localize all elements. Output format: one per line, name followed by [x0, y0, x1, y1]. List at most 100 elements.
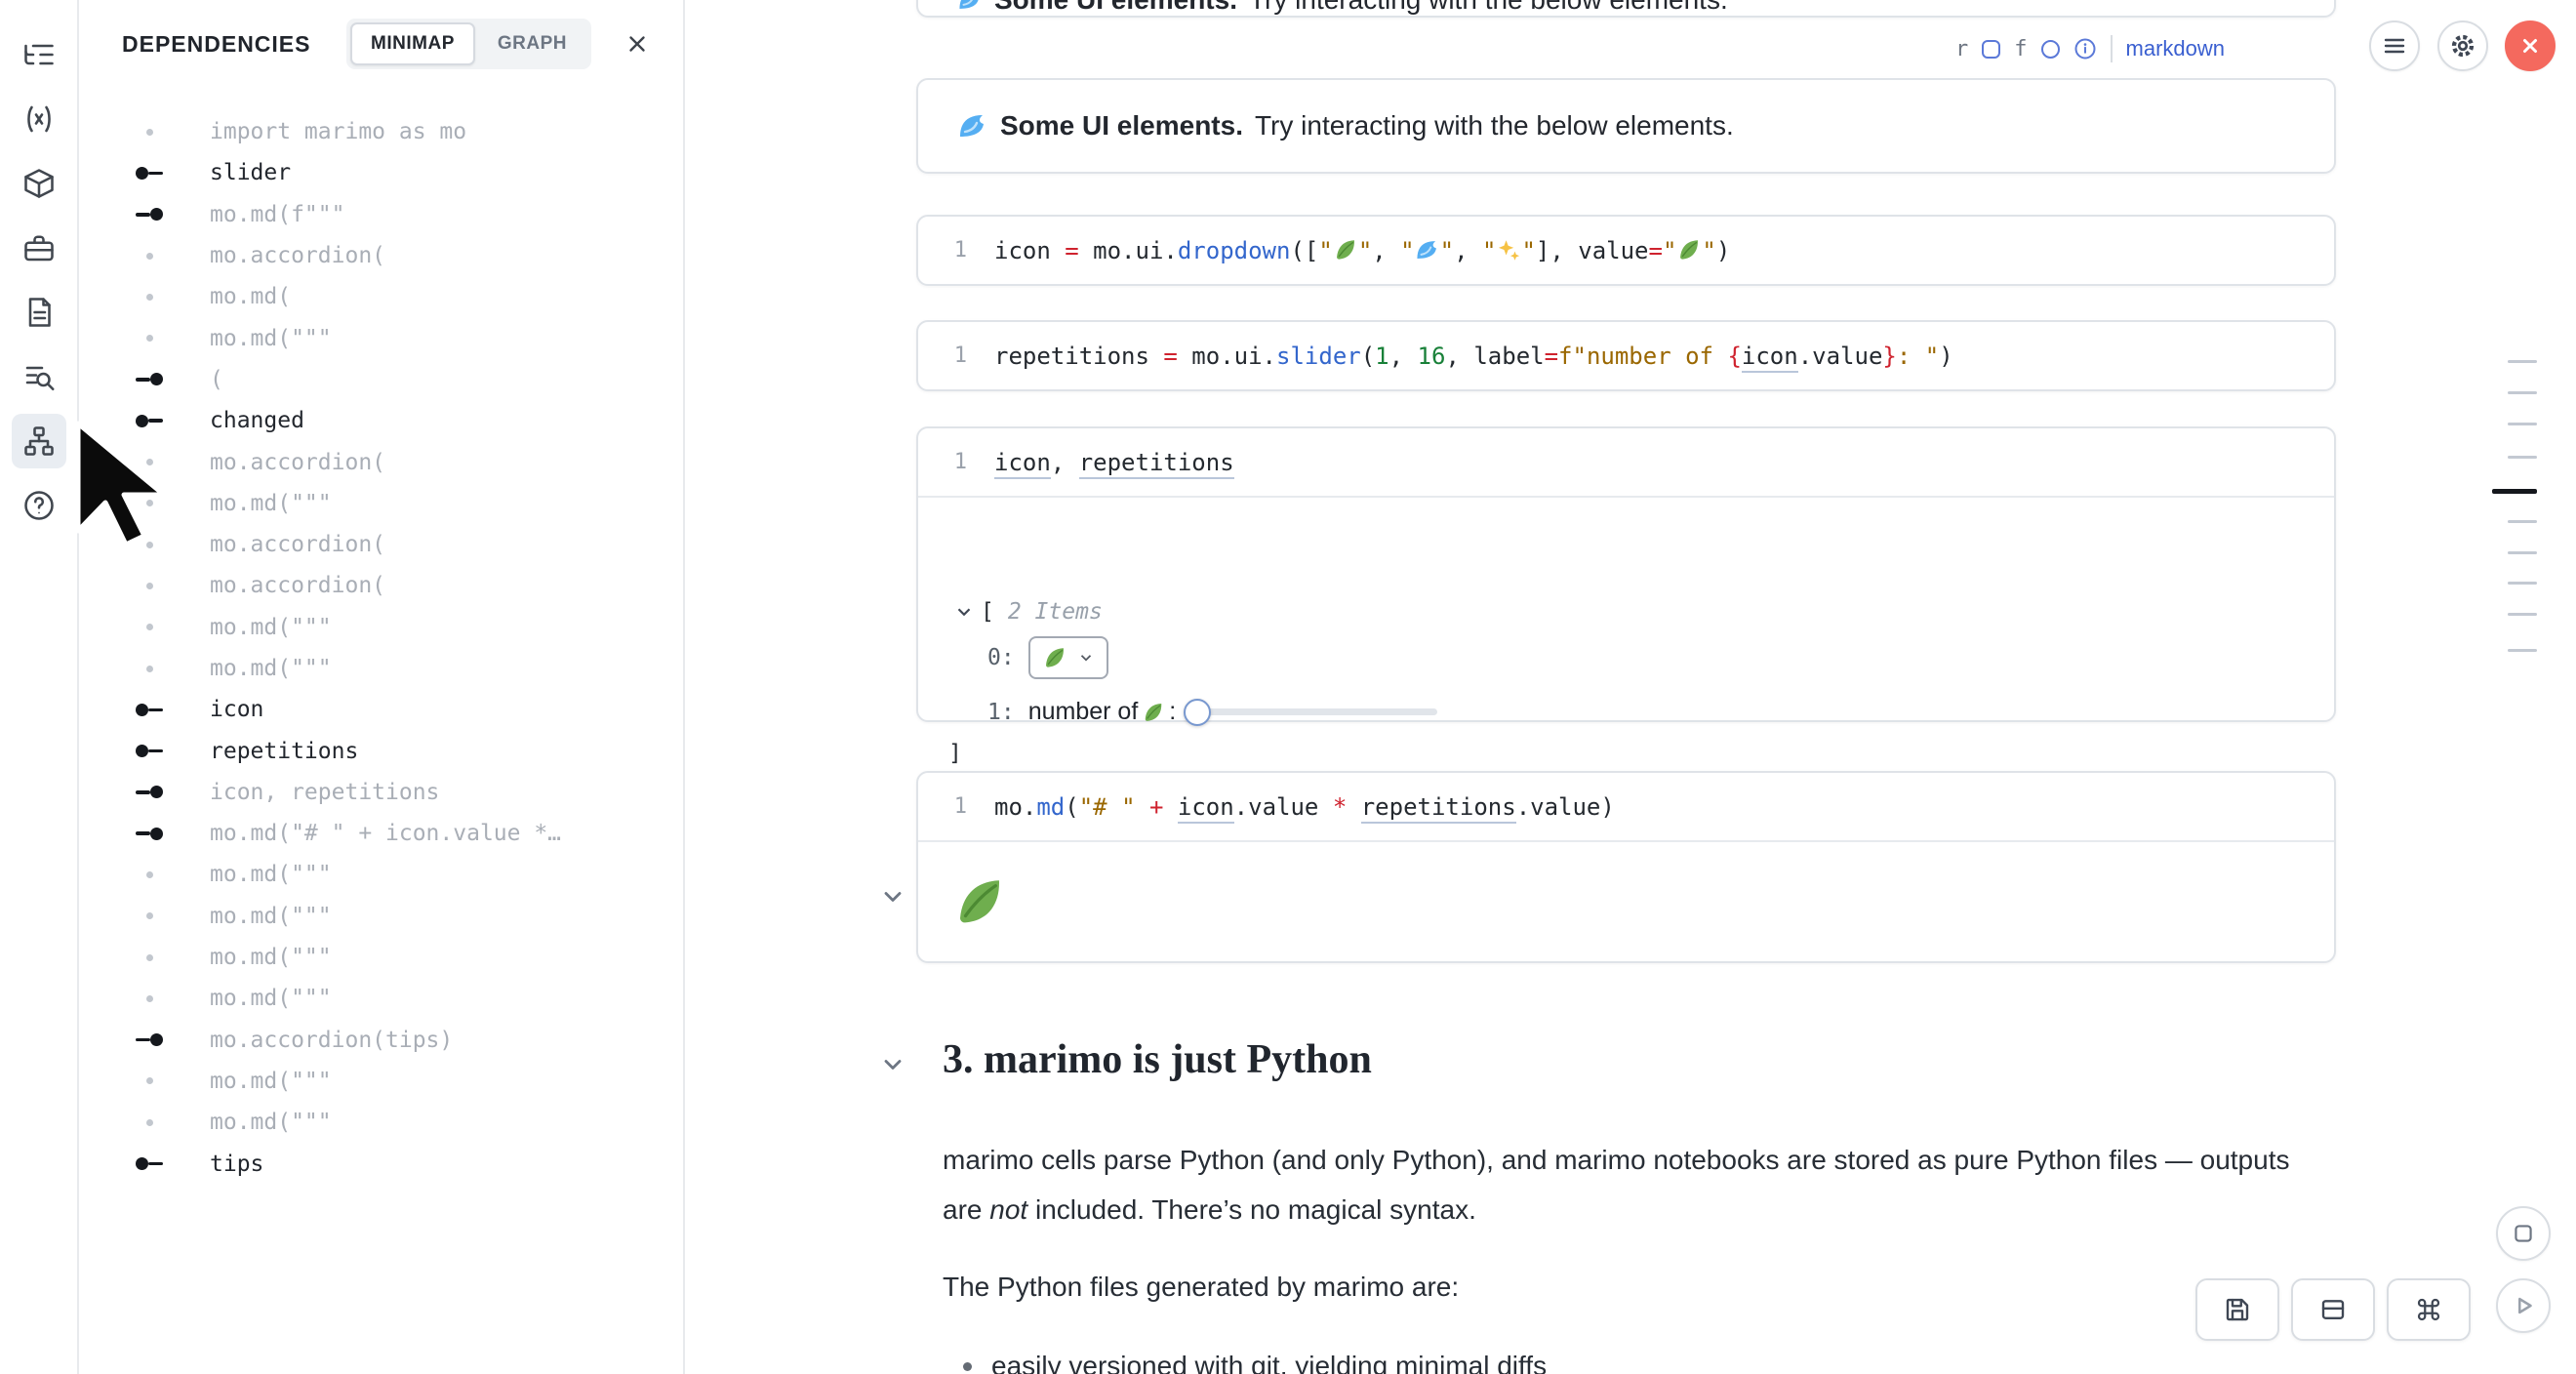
- md-heading-output: [918, 840, 2334, 959]
- section-collapse-chevron[interactable]: [876, 1048, 909, 1081]
- layout-rows-button[interactable]: [2291, 1278, 2375, 1341]
- rail-outline-button[interactable]: [12, 27, 66, 82]
- dependency-item[interactable]: mo.md(f""": [79, 194, 683, 235]
- dependency-item[interactable]: mo.accordion(: [79, 235, 683, 276]
- slider-widget[interactable]: [1186, 708, 1437, 715]
- dependency-item-label: mo.md(""": [210, 945, 332, 970]
- minimap-cell-line[interactable]: [2508, 551, 2537, 554]
- dependency-item[interactable]: mo.md(""": [79, 896, 683, 937]
- dependency-item-label: mo.md(: [210, 284, 291, 309]
- dependency-item[interactable]: icon, repetitions: [79, 772, 683, 813]
- code-cell-md-heading[interactable]: 1 mo.md("# " + icon.value * repetitions.…: [916, 771, 2336, 963]
- dependency-item[interactable]: (: [79, 359, 683, 400]
- checkbox-square-icon[interactable]: [1982, 40, 2000, 59]
- dropdown-widget[interactable]: [1028, 636, 1108, 679]
- minimap-cell-line[interactable]: [2508, 456, 2537, 459]
- graph-tab[interactable]: GRAPH: [477, 22, 587, 65]
- dependency-item[interactable]: mo.md("# " + icon.value *…: [79, 813, 683, 854]
- code-line[interactable]: repetitions = mo.ui.slider(1, 16, label=…: [994, 343, 1953, 370]
- leaf-icon: [1142, 701, 1165, 724]
- dependency-item[interactable]: mo.accordion(: [79, 441, 683, 482]
- minimap-cell-line[interactable]: [2508, 360, 2537, 363]
- code-line[interactable]: icon, repetitions: [994, 449, 1234, 476]
- dependency-item[interactable]: mo.accordion(: [79, 524, 683, 565]
- panel-close-button[interactable]: [621, 27, 654, 61]
- dependency-item[interactable]: mo.md(: [79, 276, 683, 317]
- bullet-item: easily versioned with git, yielding mini…: [963, 1351, 1547, 1374]
- collapse-chevron-icon[interactable]: [953, 601, 975, 623]
- md-bold-text: Some UI elements.: [1000, 110, 1243, 141]
- rail-packages-button[interactable]: [12, 156, 66, 211]
- dependency-item[interactable]: mo.md(""": [79, 937, 683, 978]
- line-number: 1: [918, 450, 994, 474]
- dependency-item[interactable]: tips: [79, 1143, 683, 1184]
- dependency-item[interactable]: repetitions: [79, 730, 683, 771]
- slider-label-suffix: :: [1169, 698, 1176, 726]
- code-cell-dropdown[interactable]: 1 icon = mo.ui.dropdown(["", "", ""], va…: [916, 215, 2336, 286]
- app-view-button[interactable]: [2496, 1206, 2551, 1261]
- code-cell-tuple[interactable]: 1 icon, repetitions [ 2 Items 0: 1: numb…: [916, 426, 2336, 722]
- dependency-item[interactable]: mo.md(""": [79, 1061, 683, 1102]
- dependency-item[interactable]: mo.accordion(tips): [79, 1020, 683, 1061]
- markdown-output: Some UI elements. Try interacting with t…: [918, 80, 2334, 172]
- minimap-cell-line[interactable]: [2492, 489, 2537, 494]
- line-number: 1: [918, 238, 994, 263]
- cell-node-marker: [118, 208, 181, 221]
- dependency-item-label: tips: [210, 1152, 263, 1177]
- dependency-item[interactable]: mo.md(""": [79, 648, 683, 689]
- minimap-cell-line[interactable]: [2508, 613, 2537, 616]
- dependency-item-label: slider: [210, 160, 291, 185]
- markdown-editor-cell-cutoff[interactable]: Some UI elements. Try interacting with t…: [916, 0, 2336, 18]
- shutdown-button[interactable]: [2505, 20, 2556, 71]
- dependency-item[interactable]: mo.accordion(: [79, 565, 683, 606]
- minimap-cell-line[interactable]: [2508, 423, 2537, 425]
- line-number: 1: [918, 794, 994, 819]
- bracket-close: ]: [948, 741, 962, 766]
- minimap-cell-line[interactable]: [2508, 582, 2537, 585]
- rail-dependency-graph-button[interactable]: [12, 414, 66, 468]
- dependency-item[interactable]: mo.md(""": [79, 854, 683, 895]
- slider-knob[interactable]: [1184, 699, 1211, 726]
- play-icon: [2509, 1291, 2538, 1320]
- dependency-item[interactable]: slider: [79, 152, 683, 193]
- paragraph-emphasis: not: [989, 1194, 1027, 1225]
- rail-variables-button[interactable]: [12, 92, 66, 146]
- minimap-tab[interactable]: MINIMAP: [350, 22, 475, 65]
- save-button[interactable]: [2195, 1278, 2279, 1341]
- help-icon: [21, 488, 57, 523]
- rail-snippets-button[interactable]: [12, 221, 66, 275]
- rail-documentation-button[interactable]: [12, 285, 66, 340]
- dependency-item[interactable]: mo.md(""": [79, 978, 683, 1019]
- dependency-item[interactable]: mo.md(""": [79, 317, 683, 358]
- cell-language-label[interactable]: markdown: [2126, 36, 2225, 61]
- layout-rows-icon: [2318, 1295, 2348, 1324]
- dependency-item[interactable]: import marimo as mo: [79, 111, 683, 152]
- keyboard-shortcuts-button[interactable]: [2387, 1278, 2471, 1341]
- packages-icon: [21, 166, 57, 201]
- cell-dot-marker: [118, 1119, 181, 1126]
- settings-button[interactable]: [2437, 20, 2488, 71]
- cell-collapse-chevron[interactable]: [876, 880, 909, 913]
- run-all-button[interactable]: [2496, 1278, 2551, 1333]
- rail-help-button[interactable]: [12, 478, 66, 533]
- markdown-output-cell[interactable]: Some UI elements. Try interacting with t…: [916, 78, 2336, 174]
- dependency-item[interactable]: mo.md(""": [79, 483, 683, 524]
- dependency-item[interactable]: changed: [79, 400, 683, 441]
- dependency-item[interactable]: mo.md(""": [79, 607, 683, 648]
- code-cell-slider[interactable]: 1 repetitions = mo.ui.slider(1, 16, labe…: [916, 320, 2336, 391]
- info-icon[interactable]: [2073, 37, 2097, 61]
- dependency-item[interactable]: icon: [79, 689, 683, 730]
- dependency-item-label: mo.md(""": [210, 862, 332, 887]
- slider-label: number of :: [1028, 698, 1177, 726]
- dependency-item[interactable]: mo.md(""": [79, 1102, 683, 1143]
- minimap-cell-line[interactable]: [2508, 649, 2537, 652]
- code-line[interactable]: mo.md("# " + icon.value * repetitions.va…: [994, 793, 1615, 821]
- minimap-cell-line[interactable]: [2508, 391, 2537, 394]
- line-number: 1: [918, 344, 994, 368]
- rail-logs-search-button[interactable]: [12, 349, 66, 404]
- toggle-circle-icon[interactable]: [2041, 40, 2060, 59]
- dependency-graph-icon: [21, 424, 57, 459]
- notebook-menu-button[interactable]: [2369, 20, 2420, 71]
- minimap-cell-line[interactable]: [2508, 520, 2537, 523]
- code-line[interactable]: icon = mo.ui.dropdown(["", "", ""], valu…: [994, 237, 1730, 264]
